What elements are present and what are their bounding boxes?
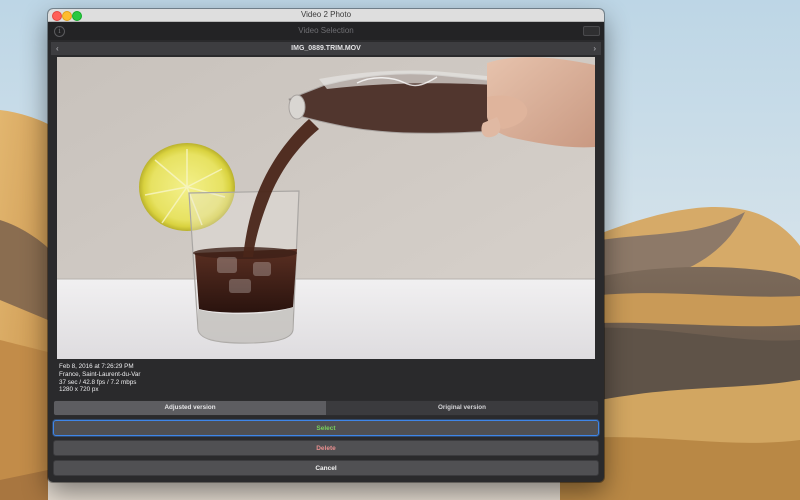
navigation-bar: i Video Selection <box>48 22 604 40</box>
app-window: Video 2 Photo i Video Selection ‹ IMG_08… <box>48 9 604 482</box>
cancel-button[interactable]: Cancel <box>53 460 599 476</box>
next-video-chevron-icon[interactable]: › <box>593 42 596 55</box>
toolbar-toggle-button[interactable] <box>583 26 600 36</box>
metadata-stats: 37 sec / 42.8 fps / 7.2 mbps <box>59 378 137 386</box>
video-file-name: IMG_0889.TRIM.MOV <box>291 45 361 52</box>
video-preview[interactable] <box>57 57 595 359</box>
window-title: Video 2 Photo <box>300 10 352 19</box>
select-button[interactable]: Select <box>53 420 599 436</box>
navigation-title: Video Selection <box>298 26 354 35</box>
video-frame-image <box>57 57 595 359</box>
metadata-date: Feb 8, 2016 at 7:26:29 PM <box>59 363 134 370</box>
delete-button[interactable]: Delete <box>53 440 599 456</box>
metadata-location: France, Saint-Laurent-du-Var <box>59 370 141 378</box>
adjusted-version-segment[interactable]: Adjusted version <box>54 401 326 415</box>
file-navigation-bar: ‹ IMG_0889.TRIM.MOV › <box>51 42 601 55</box>
metadata-resolution: 1280 x 720 px <box>59 386 99 394</box>
window-titlebar[interactable]: Video 2 Photo <box>48 9 604 22</box>
original-version-segment[interactable]: Original version <box>326 401 598 415</box>
video-metadata: Feb 8, 2016 at 7:26:29 PM France, Saint-… <box>59 363 140 394</box>
version-segmented-control: Adjusted version Original version <box>53 400 599 416</box>
